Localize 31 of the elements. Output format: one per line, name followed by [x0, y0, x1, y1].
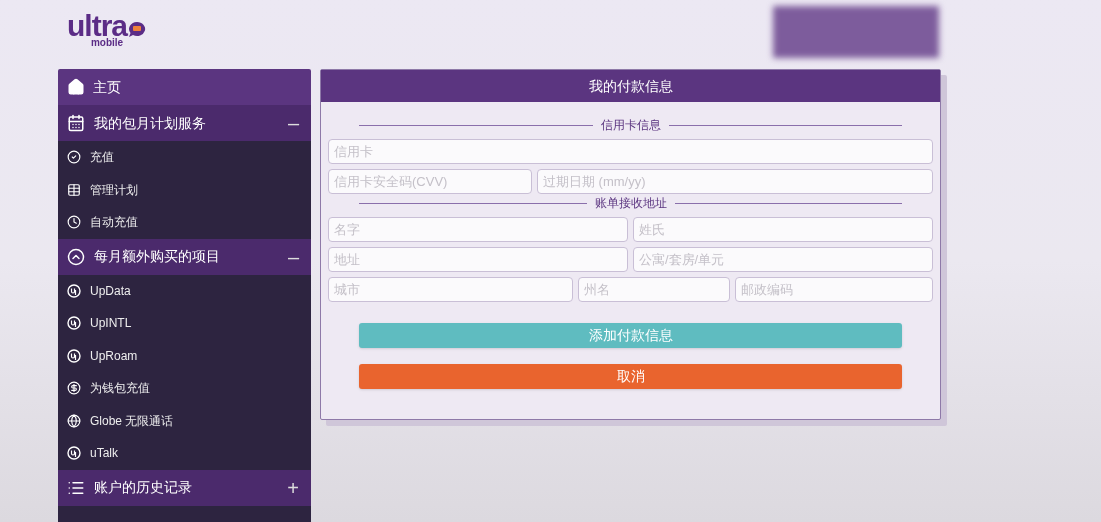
chevron-up-circle-icon [67, 247, 85, 266]
dollar-circle-icon [67, 381, 81, 396]
toggle-sign[interactable]: – [287, 241, 299, 272]
input-field[interactable]: 名字 [328, 217, 628, 242]
section-heading: 账单接收地址 [594, 195, 667, 212]
calendar-icon [67, 114, 85, 132]
clock-icon [67, 215, 81, 230]
speech-bubble-icon [127, 21, 147, 38]
sidebar-item[interactable]: 主页 [58, 69, 311, 105]
sidebar-section-header[interactable]: 每月额外购买的项目 – [58, 238, 311, 275]
sidebar-item[interactable]: Globe 无限通话 [58, 404, 311, 437]
sidebar-section-header[interactable]: 我的包月计划服务 – [58, 105, 311, 141]
logo-subtitle: mobile [90, 38, 124, 48]
input-field[interactable]: 城市 [328, 277, 573, 302]
toggle-sign[interactable]: – [287, 108, 299, 138]
table-icon [67, 182, 81, 197]
sidebar-item[interactable]: UpRoam [58, 339, 311, 372]
check-circle-icon [67, 150, 81, 165]
sidebar-item[interactable]: 管理计划 [58, 173, 311, 206]
sidebar-item[interactable]: UpData [58, 274, 311, 307]
sidebar-item[interactable]: 充值 [58, 141, 311, 174]
toggle-sign[interactable]: + [287, 472, 299, 503]
home-icon [67, 78, 85, 96]
section-heading: 信用卡信息 [600, 117, 661, 134]
sidebar-item[interactable]: 自动充值 [58, 206, 311, 239]
sidebar-item[interactable]: UpINTL [58, 307, 311, 340]
sidebar-item[interactable]: uTalk [58, 437, 311, 470]
sidebar-section-header[interactable]: 账户的历史记录 + [58, 469, 311, 506]
sidebar-item[interactable]: 为钱包充值 [58, 372, 311, 405]
globe-icon [67, 413, 81, 428]
panel-title: 我的付款信息 [321, 70, 940, 102]
